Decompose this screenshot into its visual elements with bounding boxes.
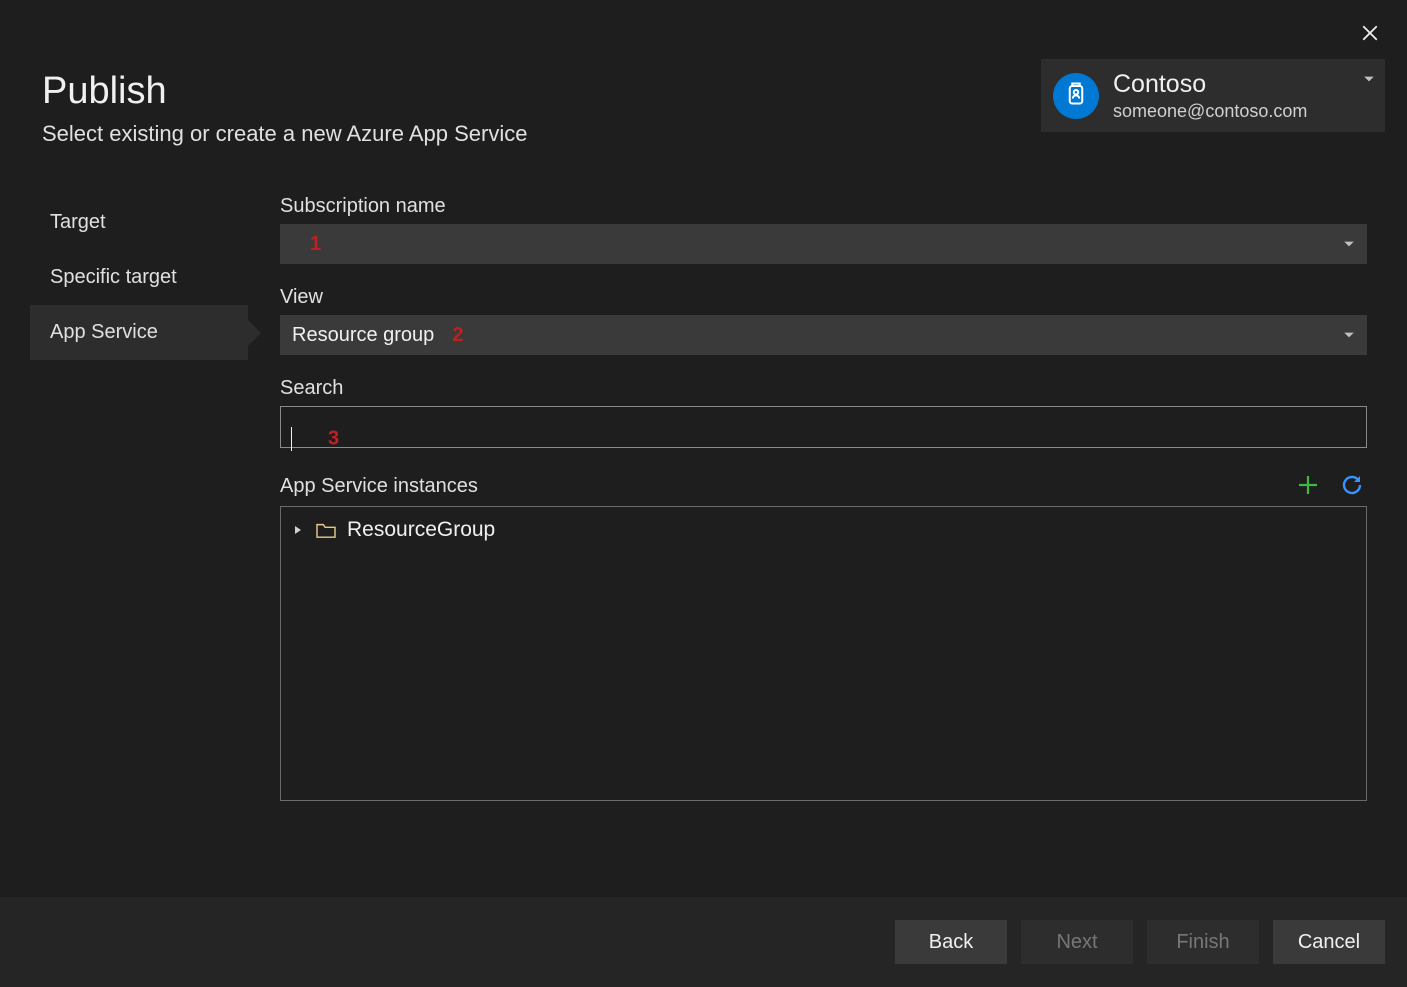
view-value: Resource group	[292, 324, 434, 347]
view-label: View	[280, 286, 1367, 309]
folder-icon	[315, 521, 337, 539]
cancel-label: Cancel	[1298, 931, 1360, 954]
add-instance-button[interactable]	[1295, 472, 1321, 498]
publish-dialog: Contoso someone@contoso.com Publish Sele…	[0, 0, 1407, 987]
plus-icon	[1296, 473, 1320, 497]
expand-arrow-icon[interactable]	[291, 525, 305, 535]
dialog-footer: Back Next Finish Cancel	[0, 897, 1407, 987]
tree-item-label: ResourceGroup	[347, 518, 495, 542]
instances-tree[interactable]: ResourceGroup	[280, 506, 1367, 801]
step-specific-target[interactable]: Specific target	[30, 250, 248, 305]
account-name: Contoso	[1113, 69, 1307, 100]
main-panel: Subscription name 1 View Resource group …	[248, 195, 1407, 897]
account-text: Contoso someone@contoso.com	[1113, 69, 1307, 123]
callout-badge-2: 2	[452, 324, 463, 347]
account-email: someone@contoso.com	[1113, 100, 1307, 123]
step-label: App Service	[50, 321, 158, 344]
subscription-label: Subscription name	[280, 195, 1367, 218]
search-label: Search	[280, 377, 1367, 400]
close-button[interactable]	[1355, 18, 1385, 48]
next-button: Next	[1021, 920, 1133, 964]
account-selector[interactable]: Contoso someone@contoso.com	[1041, 59, 1385, 132]
chevron-down-icon	[1363, 69, 1375, 91]
chevron-down-icon	[1343, 324, 1355, 347]
refresh-icon	[1340, 473, 1364, 497]
callout-badge-1: 1	[310, 233, 321, 256]
step-app-service[interactable]: App Service	[30, 305, 248, 360]
step-target[interactable]: Target	[30, 195, 248, 250]
wizard-steps: Target Specific target App Service	[0, 195, 248, 897]
step-label: Specific target	[50, 266, 177, 289]
instances-label: App Service instances	[280, 475, 478, 498]
account-badge-icon	[1053, 73, 1099, 119]
cancel-button[interactable]: Cancel	[1273, 920, 1385, 964]
back-label: Back	[929, 931, 973, 954]
back-button[interactable]: Back	[895, 920, 1007, 964]
next-label: Next	[1056, 931, 1097, 954]
subscription-dropdown[interactable]: 1	[280, 224, 1367, 264]
tree-item-resourcegroup[interactable]: ResourceGroup	[291, 515, 1356, 545]
view-dropdown[interactable]: Resource group 2	[280, 315, 1367, 355]
finish-label: Finish	[1176, 931, 1229, 954]
search-wrap: 3	[280, 406, 1367, 472]
callout-badge-3: 3	[328, 428, 339, 451]
step-label: Target	[50, 211, 106, 234]
text-cursor	[291, 427, 292, 451]
finish-button: Finish	[1147, 920, 1259, 964]
chevron-down-icon	[1343, 233, 1355, 256]
search-input[interactable]	[280, 406, 1367, 448]
close-icon	[1361, 24, 1379, 42]
refresh-button[interactable]	[1339, 472, 1365, 498]
